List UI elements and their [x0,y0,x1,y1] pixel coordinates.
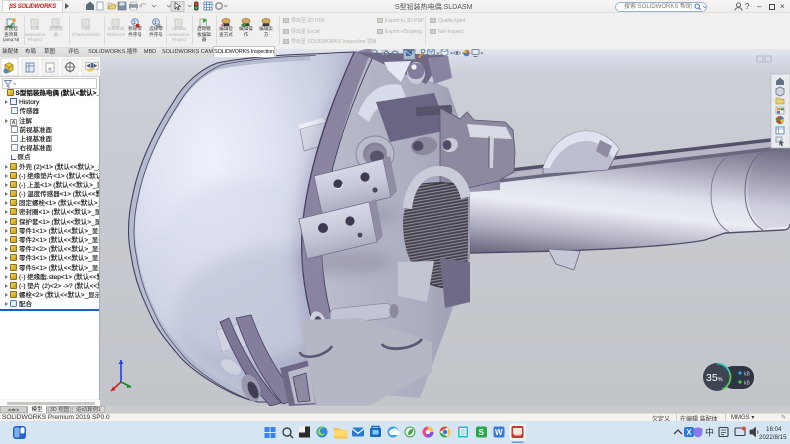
svg-text:S: S [479,428,485,437]
svg-text:2022/8/15: 2022/8/15 [759,434,787,441]
svg-text:中: 中 [705,427,714,438]
svg-text:kB: kB [744,381,751,387]
svg-text:kB: kB [744,372,751,378]
svg-text:W: W [495,428,503,437]
svg-text:16:04: 16:04 [766,426,782,433]
